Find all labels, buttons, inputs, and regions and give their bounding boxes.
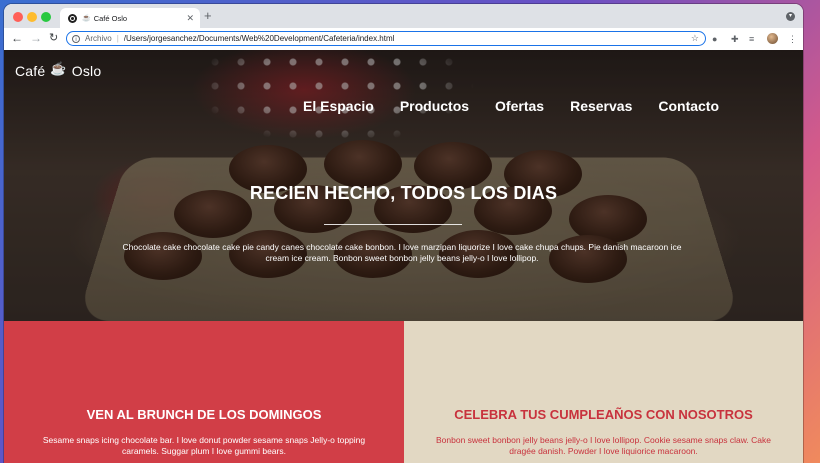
back-arrow-icon[interactable]: ← [11,31,23,45]
scheme-label: Archivo [85,34,112,43]
reading-list-icon[interactable]: ≡ [749,33,754,45]
bookmark-star-icon[interactable]: ☆ [691,33,699,44]
browser-window: ☕ Café Oslo ✕ + ▾ ← → ↻ i Archivo | /Use… [4,4,803,463]
microphone-icon[interactable]: ● [712,33,717,45]
browser-tab[interactable]: ☕ Café Oslo ✕ [60,8,200,28]
hero-section: Café ☕ Oslo El Espacio Productos Ofertas… [4,50,803,321]
close-tab-icon[interactable]: ✕ [186,13,194,24]
birthday-panel: CELEBRA TUS CUMPLEAÑOS CON NOSOTROS Bonb… [404,321,803,463]
extensions-puzzle-icon[interactable]: ✚ [731,33,739,45]
tab-search-icon[interactable]: ▾ [786,12,795,21]
birthday-title: CELEBRA TUS CUMPLEAÑOS CON NOSOTROS [454,407,753,422]
nav-link-contacto[interactable]: Contacto [658,98,719,114]
nav-link-productos[interactable]: Productos [400,98,469,114]
tab-title: Café Oslo [93,13,128,23]
new-tab-button[interactable]: + [204,9,212,23]
logo-text-right: Oslo [71,63,102,79]
coffee-cup-icon: ☕ [82,15,91,22]
separator: | [116,34,119,43]
globe-icon [68,13,77,23]
browser-toolbar: ← → ↻ i Archivo | /Users/jorgesanchez/Do… [4,28,803,51]
hero-title: RECIEN HECHO, TODOS LOS DIAS [249,183,558,203]
hero-text: Chocolate cake chocolate cake pie candy … [122,242,682,263]
info-icon[interactable]: i [72,34,80,43]
coffee-cup-icon: ☕ [50,61,67,76]
brunch-panel: VEN AL BRUNCH DE LOS DOMINGOS Sesame sna… [4,321,404,463]
close-window-button[interactable] [13,12,23,22]
tab-strip: ☕ Café Oslo ✕ + ▾ [4,4,803,28]
main-nav: El Espacio Productos Ofertas Reservas Co… [303,98,745,114]
nav-link-ofertas[interactable]: Ofertas [495,98,544,114]
brunch-text: Sesame snaps icing chocolate bar. I love… [42,435,366,456]
reload-icon[interactable]: ↻ [49,31,58,45]
hero-divider [324,224,462,225]
brunch-title: VEN AL BRUNCH DE LOS DOMINGOS [86,407,322,422]
minimize-window-button[interactable] [27,12,37,22]
site-logo[interactable]: Café ☕ Oslo [15,61,102,79]
forward-arrow-icon[interactable]: → [30,31,42,45]
maximize-window-button[interactable] [41,12,51,22]
address-bar[interactable]: i Archivo | /Users/jorgesanchez/Document… [66,31,706,46]
birthday-text: Bonbon sweet bonbon jelly beans jelly-o … [436,435,771,456]
logo-text-left: Café [15,63,46,79]
profile-avatar[interactable] [767,33,778,44]
nav-link-reservas[interactable]: Reservas [570,98,632,114]
page-viewport: Café ☕ Oslo El Espacio Productos Ofertas… [4,50,803,463]
more-menu-icon[interactable]: ⋮ [788,33,797,45]
nav-link-el-espacio[interactable]: El Espacio [303,98,374,114]
url-text[interactable]: /Users/jorgesanchez/Documents/Web%20Deve… [124,34,691,43]
